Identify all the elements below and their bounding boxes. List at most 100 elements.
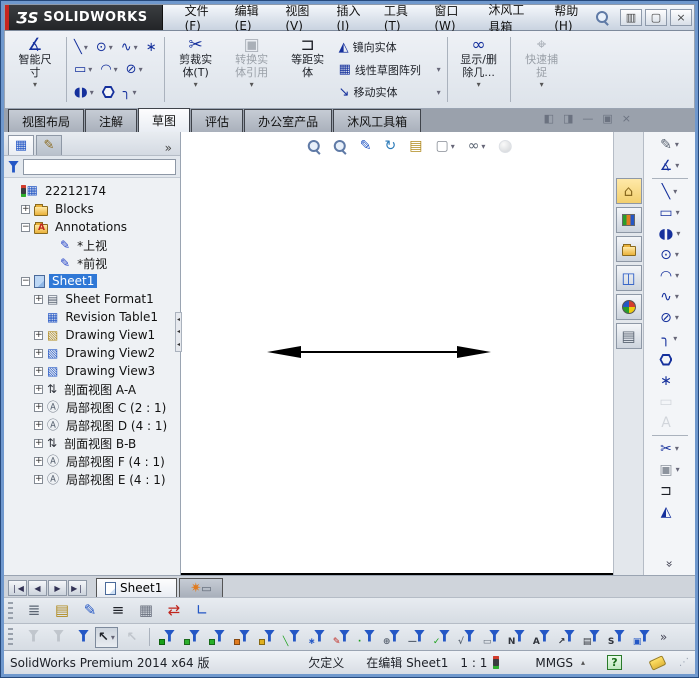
appearances-scenes-tab[interactable] — [615, 294, 642, 320]
tree-item[interactable]: ✎ *前视 — [4, 254, 180, 272]
dropdown-arrow-icon[interactable]: ▾ — [481, 142, 485, 151]
filter-edges-button[interactable] — [181, 627, 203, 648]
polygon-button[interactable]: ▾ — [648, 349, 692, 370]
line-style-button[interactable]: ▦ — [135, 600, 157, 621]
filter-notes-button[interactable]: N — [506, 627, 528, 648]
tree-item[interactable]: + Ⓐ 局部视图 E (4 : 1) — [4, 470, 180, 488]
file-explorer-tab[interactable] — [615, 236, 642, 262]
tag-icon[interactable] — [648, 654, 667, 671]
smart-dimension-button[interactable]: ∡ ▾ — [648, 155, 692, 176]
dropdown-arrow-icon[interactable]: ▾ — [451, 142, 455, 151]
next-sheet-button[interactable]: ▶ — [48, 580, 67, 596]
doc-minimize-button[interactable]: — — [582, 112, 593, 125]
tree-item[interactable]: + ▧ Drawing View3 — [4, 362, 180, 380]
filter-surface-finish-symbols-button[interactable]: √ — [456, 627, 478, 648]
dropdown-arrow-icon[interactable]: ▾ — [675, 292, 679, 301]
graphics-area[interactable]: ✎ ↻ ▤ ▢ ▾ ∞ ▾ — [181, 132, 613, 575]
hide-show-items-button[interactable]: ∞ ▾ — [465, 136, 489, 156]
tab-办公室产品[interactable]: 办公室产品 — [244, 109, 333, 132]
linear-sketch-pattern-button[interactable]: ▦ 线性草图阵列 ▾ — [336, 60, 444, 80]
convert-entities-button[interactable]: ▣ ▾ — [648, 459, 692, 480]
doc-restore-button[interactable]: ▣ — [602, 112, 612, 125]
slot-tool[interactable]: ◖◗ ▾ — [70, 84, 98, 101]
more-tools-button[interactable]: » — [663, 560, 677, 567]
text-button[interactable]: A▾ — [648, 412, 692, 433]
tree-item[interactable]: − Sheet1 — [4, 272, 180, 290]
filter-dimensions-button[interactable]: ✓ — [431, 627, 453, 648]
collapse-pane-left-button[interactable]: ◧ — [544, 112, 554, 125]
dropdown-arrow-icon[interactable]: ▾ — [675, 140, 679, 149]
rectangle-tool[interactable]: ▭ ▾ — [70, 61, 96, 78]
collapse-pane-right-button[interactable]: ◨ — [563, 112, 573, 125]
display-delete-relations-button[interactable]: ∞ 显示/删 除几... ▾ — [451, 33, 507, 106]
app-minimize-button[interactable]: ▥ — [620, 9, 642, 26]
apply-scene-button[interactable] — [495, 137, 514, 156]
tree-item[interactable]: ✎ *上视 — [4, 236, 180, 254]
tree-filter-input[interactable] — [23, 158, 176, 175]
filter-surface-bodies-button[interactable] — [231, 627, 253, 648]
filter-midpoints-button[interactable]: · — [356, 627, 378, 648]
filter-solid-bodies-button[interactable] — [256, 627, 278, 648]
filter-dowel-pins-button[interactable]: S — [606, 627, 628, 648]
dropdown-arrow-icon[interactable]: ▾ — [675, 271, 679, 280]
dropdown-arrow-icon[interactable]: ▾ — [33, 80, 37, 89]
tab-草图[interactable]: 草图 — [138, 108, 191, 132]
tree-item[interactable]: + ▤ Sheet Format1 — [4, 290, 180, 308]
collapse-icon[interactable]: − — [21, 222, 30, 232]
expand-icon[interactable]: + — [34, 438, 43, 448]
dropdown-arrow-icon[interactable]: ▾ — [675, 250, 679, 259]
color-display-mode-button[interactable]: ⇄ — [163, 600, 185, 621]
sheet-tab-active[interactable]: Sheet1 — [96, 578, 178, 597]
tab-沐风工具箱[interactable]: 沐风工具箱 — [333, 109, 422, 132]
dropdown-arrow-icon[interactable]: ▾ — [111, 633, 115, 642]
status-units[interactable]: MMGS — [535, 656, 573, 670]
view-palette-tab[interactable]: ◫ — [615, 265, 642, 291]
expand-icon[interactable]: + — [34, 366, 43, 376]
tree-item[interactable]: + ▧ Drawing View1 — [4, 326, 180, 344]
arc-tool[interactable]: ◠ ▾ — [96, 61, 121, 78]
add-sheet-tab[interactable]: ✷ ▭ — [179, 578, 223, 597]
last-sheet-button[interactable]: ▶❘ — [68, 580, 87, 596]
hide-show-edges-button[interactable]: ∟ — [191, 600, 213, 621]
filter-blocks-button[interactable]: ▣ — [631, 627, 653, 648]
solidworks-resources-tab[interactable]: ⌂ — [615, 178, 642, 204]
line-tool[interactable]: ╲ ▾ — [70, 39, 92, 56]
sketch-flyout-button[interactable]: ✎ ▾ — [648, 134, 692, 155]
expand-icon[interactable]: + — [34, 456, 43, 466]
document-layers-button[interactable]: ▤ — [51, 600, 73, 621]
select-tool-button[interactable]: ↖ ▾ — [95, 626, 118, 648]
select-by-filter-button[interactable]: ↖ — [121, 627, 143, 648]
arc-button[interactable]: ◠ ▾ — [648, 265, 692, 286]
dropdown-arrow-icon[interactable]: ▾ — [90, 88, 94, 97]
resize-grip[interactable]: ⋰ — [679, 657, 689, 668]
point-tool[interactable]: ∗ — [142, 39, 161, 56]
dropdown-arrow-icon[interactable]: ▾ — [134, 43, 138, 52]
tree-item[interactable]: − Annotations — [4, 218, 180, 236]
dropdown-arrow-icon[interactable]: ▾ — [676, 229, 680, 238]
filter-centerlines-button[interactable]: — — [406, 627, 428, 648]
rotate-view-button[interactable]: ↻ — [381, 136, 399, 156]
3d-drawing-view-button[interactable]: ▤ — [406, 136, 425, 156]
tab-注解[interactable]: 注解 — [85, 109, 138, 132]
offset-entities-button[interactable]: ⊐▾ — [648, 480, 692, 501]
toolbar-grip[interactable] — [8, 628, 13, 646]
spline-button[interactable]: ∿ ▾ — [648, 286, 692, 307]
help-icon[interactable]: ? — [607, 655, 622, 670]
first-sheet-button[interactable]: ❘◀ — [8, 580, 27, 596]
dropdown-arrow-icon[interactable]: ▾ — [133, 88, 137, 97]
clear-all-filters-button[interactable] — [45, 627, 67, 648]
expand-icon[interactable]: + — [34, 384, 43, 394]
panel-more-button[interactable]: » — [165, 141, 176, 155]
toolbar-grip[interactable] — [8, 602, 13, 619]
slot-button[interactable]: ◖◗ ▾ — [648, 223, 692, 244]
polygon-tool[interactable] — [98, 84, 119, 100]
dropdown-arrow-icon[interactable]: ▾ — [540, 80, 544, 89]
toggle-selection-filters-button[interactable] — [70, 627, 92, 648]
tree-item[interactable]: ▦ Revision Table1 — [4, 308, 180, 326]
filter-center-marks-button[interactable]: ⊕ — [381, 627, 403, 648]
filter-sketches-button[interactable]: ✎ — [331, 627, 353, 648]
dropdown-arrow-icon[interactable]: ▾ — [194, 80, 198, 89]
filter-vertices-button[interactable] — [156, 627, 178, 648]
circle-button[interactable]: ⊙ ▾ — [648, 244, 692, 265]
mirror-entities-button[interactable]: ◭▾ — [648, 501, 692, 522]
